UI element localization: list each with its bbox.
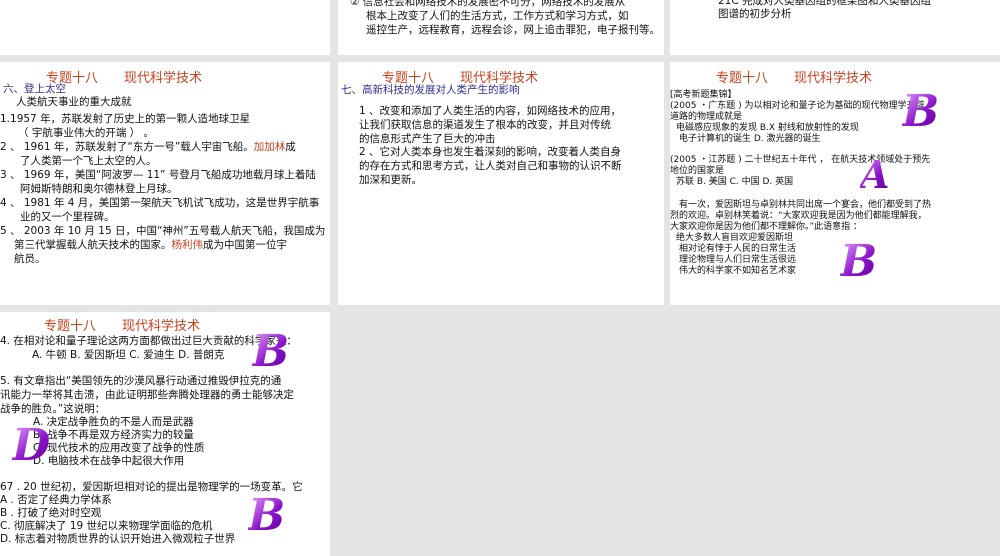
slide-thumbnail-impact[interactable]: 专题十八 现代科学技术 七、高新科技的发展对人类产生的影响 1 、改变和添加了人类…	[338, 62, 664, 305]
slide-text: C. 彻底解决了 19 世纪以来物理学面临的危机	[0, 520, 213, 532]
slide-text: ② 信息社会和网络技术的发展密不可分，网络技术的发展从	[350, 0, 626, 8]
slide-text: 苏联 B. 美国 C. 中国 D. 英国	[676, 177, 794, 187]
slide-text: 航员。	[14, 253, 46, 265]
slide-text: 业的又一个里程碑。	[20, 211, 115, 223]
slide-title: 专题十八 现代科学技术	[46, 71, 203, 86]
slide-heading: 七、高新科技的发展对人类产生的影响	[341, 84, 520, 96]
answer-letter: A	[860, 152, 890, 197]
answer-letter: B	[248, 490, 286, 541]
slide-text: C. 现代技术的应用改变了战争的性质	[33, 442, 205, 454]
slide-text: 的存在方式和思考方式，让人类对自己和事物的认识不断	[359, 160, 622, 172]
slide-text: 2 、 1961 年，苏联发射了“东方一号”载人宇宙飞船。加加林成	[0, 141, 296, 153]
slide-thumbnail-quiz[interactable]: 专题十八 现代科学技术 4. 在相对论和量子理论这两方面都做出过巨大贡献的科学家是…	[0, 312, 330, 556]
slide-text: 第三代掌握载人航天技术的国家。杨利伟成为中国第一位宇	[14, 239, 287, 251]
slide-text: A. 牛顿 B. 爱因斯坦 C. 爱迪生 D. 普朗克	[32, 349, 225, 361]
answer-letter: B	[902, 86, 940, 137]
slide-text: （ 宇航事业伟大的开端 ） 。	[18, 127, 155, 139]
slide-text: D. 电脑技术在战争中起很大作用	[33, 455, 185, 467]
slide-thumbnail-top-right[interactable]: 21C 完成对人类基因组的框架图和人类基因组 图谱的初步分析	[670, 0, 1000, 55]
slide-heading: 六、登上太空	[3, 83, 66, 95]
slide-text: 图谱的初步分析	[718, 8, 792, 20]
slide-text: 1 、改变和添加了人类生活的内容，如网络技术的应用，	[359, 105, 622, 117]
slide-text: 电子计算机的诞生 D. 激光器的诞生	[679, 134, 821, 144]
slide-subheading: 人类航天事业的重大成就	[16, 96, 132, 108]
slide-text: B . 打破了绝对时空观	[0, 507, 102, 519]
slide-text: 战争的胜负。”这说明：	[0, 403, 106, 415]
slide-thumbnail-space[interactable]: 专题十八 现代科学技术 六、登上太空 人类航天事业的重大成就 1.1957 年，苏…	[0, 62, 330, 305]
answer-letter: B	[840, 236, 878, 287]
slide-title: 专题十八 现代科学技术	[44, 319, 201, 334]
slide-text: A . 否定了经典力学体系	[0, 494, 112, 506]
slide-text: 阿姆斯特朗和奥尔德林登上月球。	[20, 183, 178, 195]
slide-text: 5 、 2003 年 10 月 15 日，中国“神州”五号载人航天飞船，我国成为	[0, 225, 326, 237]
slide-text: 3 、 1969 年，美国“阿波罗— 11” 号登月飞船成功地载月球上着陆	[0, 169, 316, 181]
slide-text: A. 决定战争胜负的不是人而是武器	[33, 416, 194, 428]
slide-text: B. 战争不再是双方经济实力的较量	[33, 429, 194, 441]
slide-text: D. 标志着对物质世界的认识开始进入微观粒子世界	[0, 533, 236, 545]
slide-text: 遥控生产，远程教育，远程会诊，网上追击罪犯，电子报刊等。	[366, 24, 660, 36]
slide-text: 1.1957 年，苏联发射了历史上的第一颗人造地球卫星	[0, 113, 251, 125]
slide-title: 专题十八 现代科学技术	[716, 71, 873, 86]
slide-text: 伟大的科学家不如知名艺术家	[679, 266, 797, 276]
slide-text: 讯能力一举将其击溃，由此证明那些奔腾处理器的勇士能够决定	[0, 389, 294, 401]
slide-thumbnail-top-left[interactable]	[0, 0, 330, 55]
slide-text: 的信息形式产生了巨大的冲击	[359, 133, 496, 145]
slide-text: 4 、 1981 年 4 月，美国第一架航天飞机试飞成功，这是世界宇航事	[0, 197, 320, 209]
slide-text: 加深和更新。	[359, 174, 422, 186]
answer-letter: D	[12, 420, 51, 471]
slide-text: 了人类第一个飞上太空的人。	[20, 155, 157, 167]
slide-text: 让我们获取信息的渠道发生了根本的改变，并且对传统	[359, 119, 611, 131]
slide-thumbnail-top-middle[interactable]: ② 信息社会和网络技术的发展密不可分，网络技术的发展从 根本上改变了人们的生活方…	[338, 0, 664, 55]
slide-thumbnail-exam[interactable]: 专题十八 现代科学技术 [高考新题集锦】 (2005 ・广东题 ) 为以相对论和量…	[670, 62, 1000, 305]
slide-text: 2 、它对人类本身也发生着深刻的影响，改变着人类自身	[359, 146, 622, 158]
slide-text: 5. 有文章指出“美国领先的沙漠风暴行动通过推毁伊拉克的通	[0, 375, 282, 387]
answer-letter: B	[252, 326, 290, 377]
slide-text: 根本上改变了人们的生活方式，工作方式和学习方式，如	[366, 10, 629, 22]
